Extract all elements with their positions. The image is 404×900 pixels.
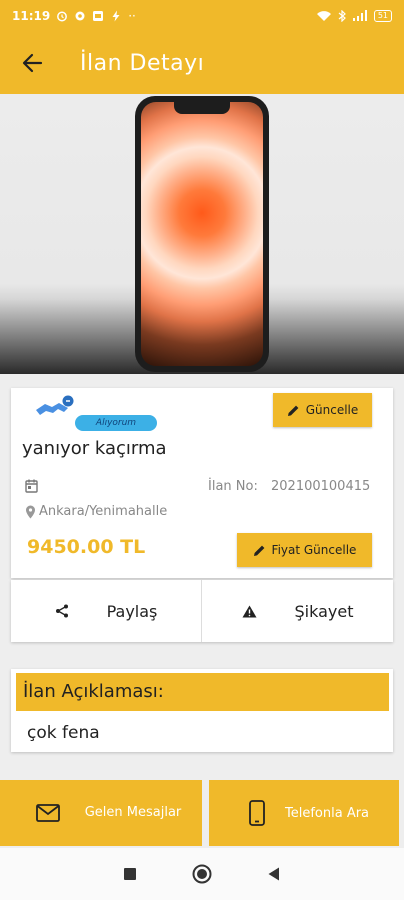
share-label: Paylaş: [106, 601, 158, 621]
listing-number-label: İlan No:: [208, 479, 258, 494]
location-text: Ankara/Yenimahalle: [39, 504, 168, 519]
bluetooth-icon: [338, 10, 346, 22]
warning-icon: [242, 605, 256, 617]
phone-product-photo: [135, 96, 269, 372]
calendar-icon: [25, 479, 38, 493]
location-pin-icon: [26, 505, 35, 518]
home-icon[interactable]: [192, 864, 212, 884]
battery-indicator: 51: [373, 10, 392, 22]
listing-number: 202100100415: [271, 479, 371, 494]
update-button-label: Güncelle: [305, 403, 359, 417]
complaint-button[interactable]: Şikayet: [202, 580, 393, 642]
page-title: İlan Detayı: [80, 50, 205, 76]
share-button[interactable]: Paylaş: [11, 580, 202, 642]
phone-notch: [174, 102, 230, 114]
phone-icon: [249, 800, 265, 826]
back-button[interactable]: [0, 32, 64, 94]
update-button[interactable]: Güncelle: [273, 393, 372, 427]
recents-icon[interactable]: [124, 868, 136, 880]
gear-icon: [75, 11, 85, 21]
description-text: çok fena: [27, 723, 100, 743]
messages-label: Gelen Mesajlar: [84, 805, 182, 820]
listing-info-card: Alıyorum Güncelle yanıyor kaçırma İlan N…: [11, 388, 393, 578]
description-card: İlan Açıklaması: çok fena: [11, 669, 393, 752]
location: Ankara/Yenimahalle: [25, 504, 167, 519]
price-update-button-label: Fiyat Güncelle: [271, 543, 357, 557]
listing-type-logo: Alıyorum: [31, 392, 157, 434]
mail-icon: [36, 804, 60, 822]
phone-screen: [141, 102, 263, 366]
listing-image[interactable]: [0, 94, 404, 374]
call-label: Telefonla Ara: [285, 805, 370, 821]
status-time: 11:19: [12, 9, 51, 23]
complaint-label: Şikayet: [294, 601, 354, 621]
bolt-icon: [112, 10, 120, 22]
status-right: 51: [316, 10, 392, 22]
status-icons: ··: [56, 9, 136, 23]
price-update-button[interactable]: Fiyat Güncelle: [237, 533, 372, 567]
signal-icon: [352, 10, 367, 21]
pencil-icon: [253, 545, 264, 556]
arrow-left-icon: [22, 53, 43, 73]
messages-button[interactable]: Gelen Mesajlar: [0, 780, 202, 846]
status-bar: 11:19 ·· 51: [0, 0, 404, 32]
share-icon: [55, 604, 68, 618]
actions-card: Paylaş Şikayet: [11, 580, 393, 642]
status-badge: Alıyorum: [75, 415, 157, 431]
listing-title: yanıyor kaçırma: [22, 438, 167, 459]
app-bar: İlan Detayı: [0, 32, 404, 94]
handshake-icon: [36, 395, 74, 415]
pencil-icon: [287, 405, 299, 416]
media-icon: [93, 11, 104, 21]
back-triangle-icon[interactable]: [268, 867, 280, 881]
call-button[interactable]: Telefonla Ara: [209, 780, 399, 846]
listing-price: 9450.00 TL: [27, 536, 146, 558]
more-dots-icon: ··: [128, 9, 136, 23]
alarm-icon: [57, 11, 68, 22]
description-header: İlan Açıklaması:: [16, 673, 389, 711]
wifi-icon: [316, 11, 331, 21]
system-nav-bar: [0, 848, 404, 900]
